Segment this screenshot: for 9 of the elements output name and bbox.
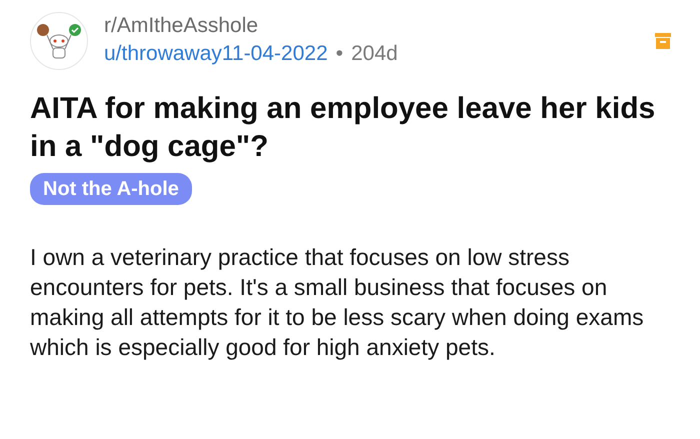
username-link[interactable]: u/throwaway11-04-2022 <box>104 41 328 66</box>
post-age: 204d <box>351 40 398 67</box>
separator-dot: • <box>336 40 344 67</box>
subreddit-link[interactable]: r/AmItheAsshole <box>104 12 654 38</box>
post-title: AITA for making an employee leave her kids in a "dog cage"? <box>30 91 656 164</box>
post-body: I own a veterinary practice that focuses on low stress encounters for pets. It's a small business that focuses on making all attempts for it to be less scary when doing exams which is especially good for high anxiety pets. <box>30 243 645 362</box>
flair-tag: Not the A-hole <box>30 173 192 205</box>
archive-icon[interactable] <box>654 32 672 50</box>
avatar-icon <box>35 21 83 61</box>
